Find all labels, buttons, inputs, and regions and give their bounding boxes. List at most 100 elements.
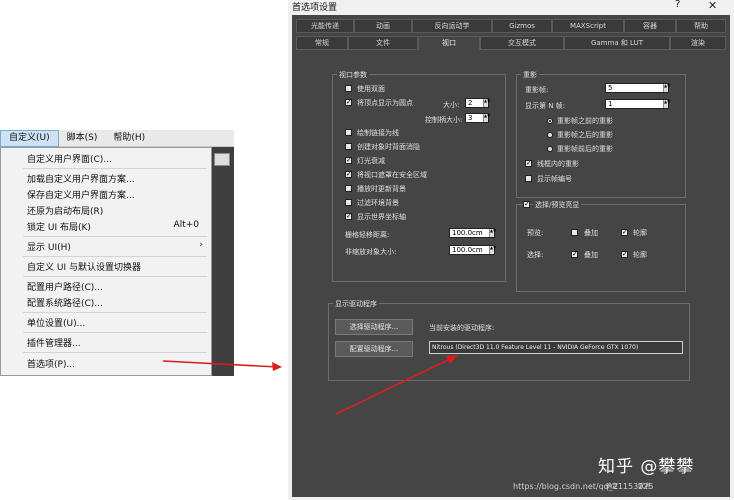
draw-links-label: 绘制链接为线 bbox=[357, 129, 399, 137]
menu-item-save-ui-scheme[interactable]: 保存自定义用户界面方案... bbox=[27, 188, 135, 201]
display-driver-group: 显示驱动程序 选择驱动程序... 配置驱动程序... 当前安装的驱动程序: Ni… bbox=[328, 299, 690, 381]
mask-safe-region-checkbox[interactable]: ✓ bbox=[345, 171, 352, 178]
filter-env-bg-checkbox[interactable] bbox=[345, 199, 352, 206]
size-spinner[interactable]: 2 ▲▼ bbox=[465, 98, 490, 108]
tab-inverse-kinematics[interactable]: 反向运动学 bbox=[412, 19, 492, 33]
preview-overlay-checkbox[interactable] bbox=[571, 229, 578, 236]
select-overlay-checkbox[interactable]: ✓ bbox=[571, 251, 578, 258]
preview-label: 预览: bbox=[527, 229, 544, 237]
menu-item-customize-ui[interactable]: 自定义用户界面(C)... bbox=[27, 152, 112, 165]
backface-cull-label: 创建对象时背面消隐 bbox=[357, 143, 420, 151]
menu-item-plugin-manager[interactable]: 插件管理器... bbox=[27, 336, 81, 349]
preview-overlay-label: 叠加 bbox=[584, 229, 598, 237]
select-outline-checkbox[interactable]: ✓ bbox=[621, 251, 628, 258]
menu-item-preferences[interactable]: 首选项(P)... bbox=[27, 357, 75, 370]
ghost-before-label: 重影帧之前的重影 bbox=[557, 117, 613, 125]
menu-separator bbox=[23, 332, 207, 333]
attenuate-lights-checkbox[interactable]: ✓ bbox=[345, 157, 352, 164]
ghost-before-after-label: 重影帧前后的重影 bbox=[557, 145, 613, 153]
grid-nudge-spinner[interactable]: 100.0cm ▲▼ bbox=[449, 228, 496, 238]
tab-containers[interactable]: 容器 bbox=[624, 19, 676, 33]
select-overlay-label: 叠加 bbox=[584, 251, 598, 259]
backface-cull-checkbox[interactable] bbox=[345, 143, 352, 150]
dialog-panel: 光能传递 动画 反向运动学 Gizmos MAXScript 容器 帮助 常规 … bbox=[292, 15, 730, 497]
show-frame-numbers-checkbox[interactable] bbox=[525, 175, 532, 182]
menu-item-system-paths[interactable]: 配置系统路径(C)... bbox=[27, 296, 103, 309]
tab-viewports[interactable]: 视口 bbox=[418, 36, 480, 50]
size-label: 大小: bbox=[443, 101, 460, 109]
nonscaled-size-spinner[interactable]: 100.0cm ▲▼ bbox=[449, 245, 496, 255]
menu-item-ui-switcher[interactable]: 自定义 UI 与默认设置切换器 bbox=[27, 260, 141, 273]
preview-outline-checkbox[interactable]: ✓ bbox=[621, 229, 628, 236]
use-dual-planes-label: 使用双面 bbox=[357, 85, 385, 93]
grid-nudge-label: 栅格轻移距离: bbox=[345, 231, 390, 239]
show-frame-numbers-label: 显示帧编号 bbox=[537, 175, 572, 183]
tab-help[interactable]: 帮助 bbox=[676, 19, 726, 33]
tab-rendering[interactable]: 渲染 bbox=[670, 36, 726, 50]
current-driver-value: Nitrous (Direct3D 11.0 Feature Level 11 … bbox=[429, 341, 683, 354]
update-background-label: 播放时更新背景 bbox=[357, 185, 406, 193]
tab-gamma-lut[interactable]: Gamma 和 LUT bbox=[564, 36, 670, 50]
use-dual-planes-checkbox[interactable] bbox=[345, 85, 352, 92]
configure-driver-button[interactable]: 配置驱动程序... bbox=[335, 341, 413, 357]
menu-item-show-ui[interactable]: 显示 UI(H) bbox=[27, 240, 71, 253]
lock-ui-shortcut: Alt+0 bbox=[173, 220, 199, 230]
zhihu-watermark: 知乎 @攀攀 bbox=[598, 457, 695, 477]
preview-outline-label: 轮廓 bbox=[633, 229, 647, 237]
update-background-checkbox[interactable] bbox=[345, 185, 352, 192]
close-icon[interactable]: ✕ bbox=[708, 0, 717, 12]
menu-script[interactable]: 脚本(S) bbox=[59, 130, 106, 147]
ghost-before-radio[interactable] bbox=[547, 118, 553, 124]
background-toolbar-strip bbox=[212, 147, 234, 376]
menu-item-load-ui-scheme[interactable]: 加载自定义用户界面方案... bbox=[27, 172, 135, 185]
menu-help[interactable]: 帮助(H) bbox=[105, 130, 153, 147]
selection-highlight-group: ✓ 选择/预览亮显 预览: 叠加 ✓ 轮廓 选择: ✓ 叠加 ✓ 轮廓 bbox=[516, 200, 686, 292]
ghost-before-after-radio[interactable] bbox=[547, 146, 553, 152]
group-title: 选择/预览亮显 bbox=[533, 200, 582, 210]
select-outline-label: 轮廓 bbox=[633, 251, 647, 259]
tab-general[interactable]: 常规 bbox=[296, 36, 348, 50]
draw-links-checkbox[interactable] bbox=[345, 129, 352, 136]
tab-radiosity[interactable]: 光能传递 bbox=[296, 19, 354, 33]
show-world-axis-label: 显示世界坐标轴 bbox=[357, 213, 406, 221]
menu-bar: 自定义(U) 脚本(S) 帮助(H) bbox=[0, 129, 234, 147]
attenuate-lights-label: 灯光衰减 bbox=[357, 157, 385, 165]
ghost-wireframe-label: 线框内的重影 bbox=[537, 160, 579, 168]
ghosting-frames-spinner[interactable]: 5 ▲▼ bbox=[605, 83, 670, 93]
tab-animation[interactable]: 动画 bbox=[354, 19, 412, 33]
menu-item-lock-ui-layout[interactable]: 锁定 UI 布局(K) bbox=[27, 220, 91, 233]
help-icon[interactable]: ? bbox=[675, 0, 680, 10]
menu-item-units-setup[interactable]: 单位设置(U)... bbox=[27, 316, 85, 329]
tab-interaction-mode[interactable]: 交互模式 bbox=[480, 36, 564, 50]
tab-gizmos[interactable]: Gizmos bbox=[492, 19, 552, 33]
filter-env-bg-label: 过滤环境背景 bbox=[357, 199, 399, 207]
show-nth-frame-spinner[interactable]: 1 ▲▼ bbox=[605, 99, 670, 109]
toolbar-icon bbox=[214, 153, 230, 166]
group-title: 显示驱动程序 bbox=[333, 299, 379, 309]
menu-item-revert-layout[interactable]: 还原为启动布局(R) bbox=[27, 204, 103, 217]
show-world-axis-checkbox[interactable]: ✓ bbox=[345, 213, 352, 220]
vertices-as-dots-checkbox[interactable]: ✓ bbox=[345, 99, 352, 106]
tab-files[interactable]: 文件 bbox=[348, 36, 418, 50]
selection-highlight-checkbox[interactable]: ✓ bbox=[523, 201, 530, 208]
ghosting-frames-label: 重影帧: bbox=[525, 86, 549, 94]
customize-dropdown: 自定义用户界面(C)... 加载自定义用户界面方案... 保存自定义用户界面方案… bbox=[0, 147, 212, 376]
menu-separator bbox=[23, 168, 207, 169]
dialog-title: 首选项设置 bbox=[292, 3, 338, 13]
group-title: 重影 bbox=[521, 70, 539, 80]
current-driver-label: 当前安装的驱动程序: bbox=[429, 324, 495, 332]
menu-separator bbox=[23, 236, 207, 237]
ghost-after-radio[interactable] bbox=[547, 132, 553, 138]
menu-customize[interactable]: 自定义(U) bbox=[0, 129, 59, 147]
nonscaled-size-label: 非缩放对象大小: bbox=[345, 248, 397, 256]
submenu-arrow-icon: › bbox=[199, 240, 203, 250]
choose-driver-button[interactable]: 选择驱动程序... bbox=[335, 319, 413, 335]
menu-item-user-paths[interactable]: 配置用户路径(C)... bbox=[27, 280, 103, 293]
url-watermark: https://blog.csdn.net/qq_21153225 bbox=[513, 482, 654, 491]
viewport-params-group: 视口参数 使用双面 ✓ 将顶点显示为圆点 大小: 2 ▲▼ 控制柄大小: 3 ▲▼ … bbox=[332, 70, 506, 282]
menu-separator bbox=[23, 352, 207, 353]
ghost-wireframe-checkbox[interactable]: ✓ bbox=[525, 160, 532, 167]
handle-size-spinner[interactable]: 3 ▲▼ bbox=[465, 113, 490, 123]
tab-maxscript[interactable]: MAXScript bbox=[552, 19, 624, 33]
customize-menu-screenshot: 自定义(U) 脚本(S) 帮助(H) 自定义用户界面(C)... 加载自定义用户… bbox=[0, 129, 234, 376]
